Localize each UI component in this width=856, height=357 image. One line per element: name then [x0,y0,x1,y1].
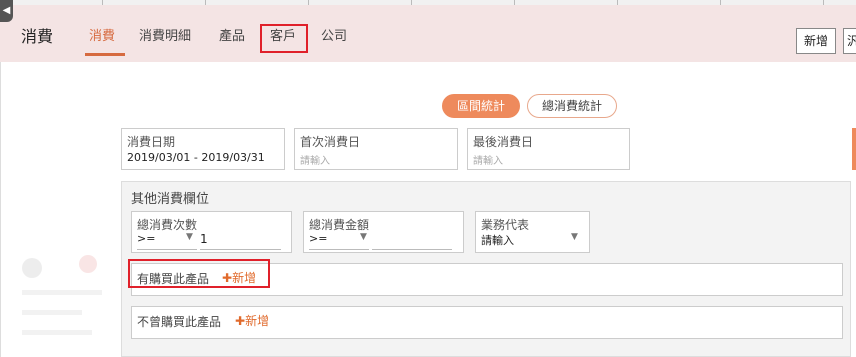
other-fields-title: 其他消費欄位 [131,192,210,207]
not-bought-product-label: 不曾購買此產品 [137,315,222,329]
new-button[interactable]: 新增 [796,28,836,54]
active-tab-indicator [85,53,125,56]
header-bar [0,5,856,62]
divider [0,62,1,357]
count-value-input[interactable]: 1 [200,232,281,250]
not-bought-product-row: 不曾購買此產品 ✚新增 [131,306,843,339]
background-ghost [22,255,102,335]
caret-down-icon: ▼ [186,232,193,242]
sales-rep-label: 業務代表 [481,218,530,232]
first-date-placeholder: 請輸入 [300,156,330,167]
last-date-field[interactable]: 最後消費日 請輸入 [467,128,630,170]
cut-off-button[interactable]: 汎 [843,28,856,54]
page-title: 消費 [21,27,54,46]
caret-down-icon: ▼ [360,232,367,242]
amount-value-input[interactable] [372,232,452,250]
sales-rep-select[interactable]: 請輸入 [481,232,583,250]
add-not-bought-product-button[interactable]: ✚新增 [235,312,269,329]
consume-date-label: 消費日期 [127,135,176,149]
consume-date-value: 2019/03/01 - 2019/03/31 [127,151,265,164]
tab-consume[interactable]: 消費 [89,25,115,44]
chevron-left-icon[interactable]: ◀ [0,0,13,22]
tab-product[interactable]: 產品 [219,25,245,44]
consume-amount-label: 總消費金額 [309,218,370,232]
consume-date-field[interactable]: 消費日期 2019/03/01 - 2019/03/31 [121,128,285,170]
plus-icon: ✚ [235,314,246,328]
tab-consume-detail[interactable]: 消費明細 [139,25,191,44]
consume-count-label: 總消費次數 [137,218,198,232]
highlight-box-bought-product [128,259,270,288]
caret-down-icon: ▼ [571,232,578,242]
total-stats-tab[interactable]: 總消費統計 [527,94,617,118]
highlight-box-customer-tab [260,24,308,53]
right-edge-marker [852,128,856,170]
tab-company[interactable]: 公司 [321,25,347,44]
first-date-field[interactable]: 首次消費日 請輸入 [294,128,458,170]
last-date-label: 最後消費日 [473,135,534,149]
range-stats-tab[interactable]: 區間統計 [442,94,520,118]
first-date-label: 首次消費日 [300,135,361,149]
last-date-placeholder: 請輸入 [473,156,503,167]
